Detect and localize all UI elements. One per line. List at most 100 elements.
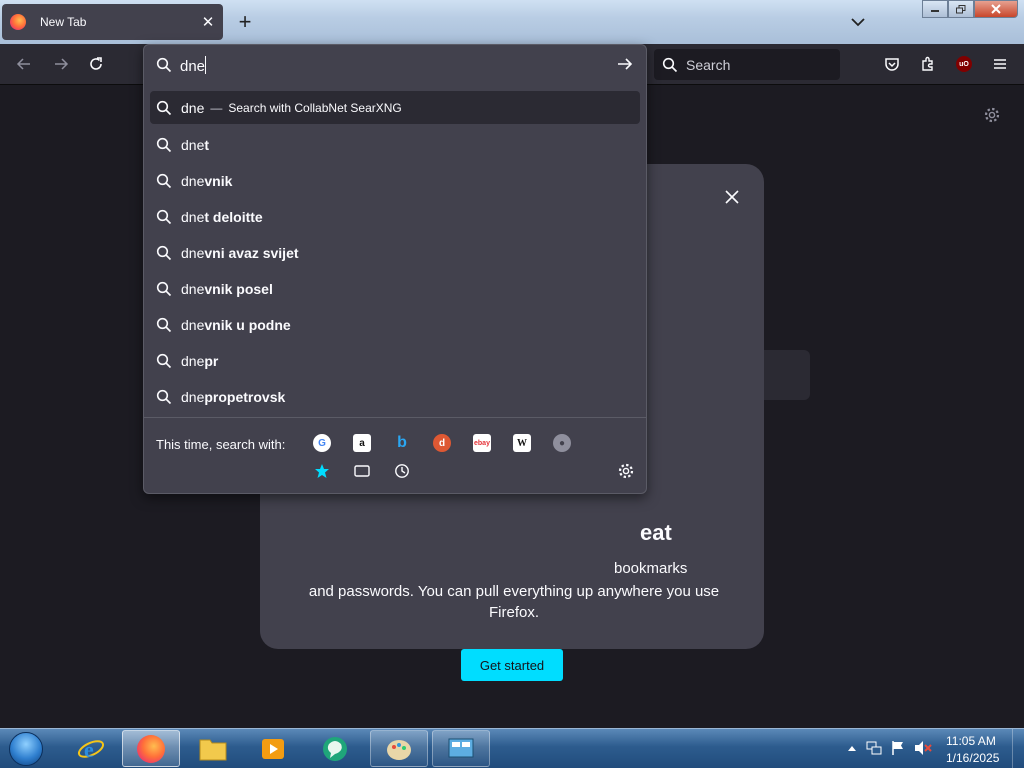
suggestion-completion-text: vnik	[204, 173, 233, 189]
window-controls	[922, 0, 1018, 18]
search-icon	[662, 57, 678, 72]
wikipedia-icon[interactable]: W	[513, 434, 531, 452]
windows-logo-icon	[9, 732, 43, 766]
tab-title: New Tab	[40, 15, 87, 29]
duckduckgo-icon[interactable]: d	[433, 434, 451, 452]
back-arrow-icon	[16, 58, 30, 70]
suggestion-typed-text: dne	[181, 99, 205, 116]
get-started-button[interactable]: Get started	[461, 649, 563, 681]
tab-new-tab[interactable]: New Tab ✕	[2, 4, 223, 40]
suggestion-typed-text: dne	[181, 137, 205, 153]
google-icon[interactable]: G	[313, 434, 331, 452]
firefox-tab-icon	[10, 14, 26, 30]
firefox-taskbar-icon[interactable]	[122, 730, 180, 767]
suggestion-row[interactable]: dne vnik	[150, 163, 640, 199]
suggestion-completion-text: t	[204, 137, 210, 153]
show-desktop-button[interactable]	[1012, 729, 1024, 768]
messenger-icon[interactable]	[306, 730, 364, 767]
one-off-label: This time, search with:	[156, 437, 286, 452]
search-icon	[156, 100, 172, 116]
app-menu-button[interactable]	[986, 50, 1014, 78]
forward-arrow-icon	[55, 58, 69, 70]
suggestion-row[interactable]: dne vnik u podne	[150, 307, 640, 343]
suggestion-typed-text: dne	[181, 173, 205, 189]
suggestion-typed-text: dne	[181, 245, 205, 261]
hamburger-icon	[994, 59, 1006, 69]
suggestion-completion-text: propetrovsk	[204, 389, 286, 405]
search-settings-gear-icon[interactable]	[617, 462, 635, 480]
pocket-icon	[885, 58, 899, 71]
minimize-button[interactable]	[922, 0, 948, 18]
new-tab-button[interactable]: +	[231, 8, 259, 36]
card-heading: eat	[640, 520, 672, 545]
search-icon	[156, 317, 172, 333]
start-button[interactable]	[4, 731, 48, 767]
media-player-icon[interactable]	[244, 730, 302, 767]
address-bar[interactable]: dne	[144, 45, 646, 85]
bing-icon[interactable]: b	[393, 434, 411, 452]
network-icon[interactable]	[866, 740, 882, 756]
suggestion-typed-text: dne	[181, 281, 205, 297]
file-explorer-icon[interactable]	[184, 730, 242, 767]
searxng-icon[interactable]: ●	[553, 434, 571, 452]
search-icon	[156, 57, 172, 73]
bookmarks-icon[interactable]	[313, 462, 331, 480]
reload-button[interactable]	[82, 50, 110, 78]
forward-button[interactable]	[47, 50, 75, 78]
control-panel-icon[interactable]	[432, 730, 490, 767]
card-body-partial: bookmarks	[614, 560, 688, 577]
back-button[interactable]	[10, 50, 38, 78]
suggestion-typed-text: dne	[181, 389, 205, 405]
list-all-tabs-icon[interactable]	[846, 10, 870, 34]
search-icon	[156, 245, 172, 261]
suggestion-row[interactable]: dne propetrovsk	[150, 379, 640, 415]
svg-text:e: e	[84, 737, 94, 762]
paint-icon[interactable]	[370, 730, 428, 767]
suggestion-completion-text: pr	[204, 353, 219, 369]
ublock-icon: uO	[956, 56, 972, 72]
pocket-button[interactable]	[878, 50, 906, 78]
suggestion-completion-text: t deloitte	[204, 209, 263, 225]
address-input-text: dne	[180, 57, 206, 75]
reload-icon	[90, 57, 102, 70]
suggestion-row[interactable]: dne t	[150, 127, 640, 163]
suggestion-row[interactable]: dne vnik posel	[150, 271, 640, 307]
search-action-row[interactable]: dne — Search with CollabNet SearXNG	[150, 91, 640, 124]
text-caret	[205, 55, 207, 74]
suggestion-typed-text: dne	[181, 209, 205, 225]
suggestion-row[interactable]: dne pr	[150, 343, 640, 379]
go-arrow-icon[interactable]	[616, 55, 636, 75]
page-settings-gear-icon[interactable]	[983, 106, 1003, 126]
taskbar: e 11:05 AM 1/16/2025	[0, 728, 1024, 768]
address-input[interactable]: dne	[180, 55, 207, 75]
restore-button[interactable]	[948, 0, 974, 18]
suggestion-row[interactable]: dne t deloitte	[150, 199, 640, 235]
suggestion-list: dne — Search with CollabNet SearXNG dne t dne…	[150, 91, 640, 415]
clock-date[interactable]: 1/16/2025	[946, 751, 999, 765]
search-bar[interactable]: Search	[654, 49, 840, 80]
search-icon	[156, 209, 172, 225]
title-bar: New Tab ✕ +	[0, 0, 1024, 44]
volume-muted-icon[interactable]	[914, 740, 932, 756]
search-icon	[156, 353, 172, 369]
suggestion-completion-text: vnik u podne	[204, 317, 291, 333]
card-body: and passwords. You can pull everything u…	[308, 583, 720, 621]
card-body-text: and passwords. You can pull everything u…	[304, 581, 724, 623]
ublock-origin-button[interactable]: uO	[950, 50, 978, 78]
extensions-button[interactable]	[914, 50, 942, 78]
search-icon	[156, 137, 172, 153]
action-center-flag-icon[interactable]	[890, 740, 906, 756]
tabs-icon[interactable]	[353, 462, 371, 480]
clock-time[interactable]: 11:05 AM	[946, 734, 996, 748]
close-window-button[interactable]	[974, 0, 1018, 18]
show-hidden-icons-icon[interactable]	[847, 744, 857, 752]
card-close-icon[interactable]	[721, 186, 743, 208]
amazon-icon[interactable]: a	[353, 434, 371, 452]
suggestion-row[interactable]: dne vni avaz svijet	[150, 235, 640, 271]
search-icon	[156, 281, 172, 297]
ebay-icon[interactable]: ebay	[473, 434, 491, 452]
history-icon[interactable]	[393, 462, 411, 480]
tab-close-icon[interactable]: ✕	[193, 13, 223, 31]
address-bar-popup: dne dne — Search with CollabNet SearXNG dne…	[143, 44, 647, 494]
internet-explorer-icon[interactable]: e	[62, 730, 120, 767]
